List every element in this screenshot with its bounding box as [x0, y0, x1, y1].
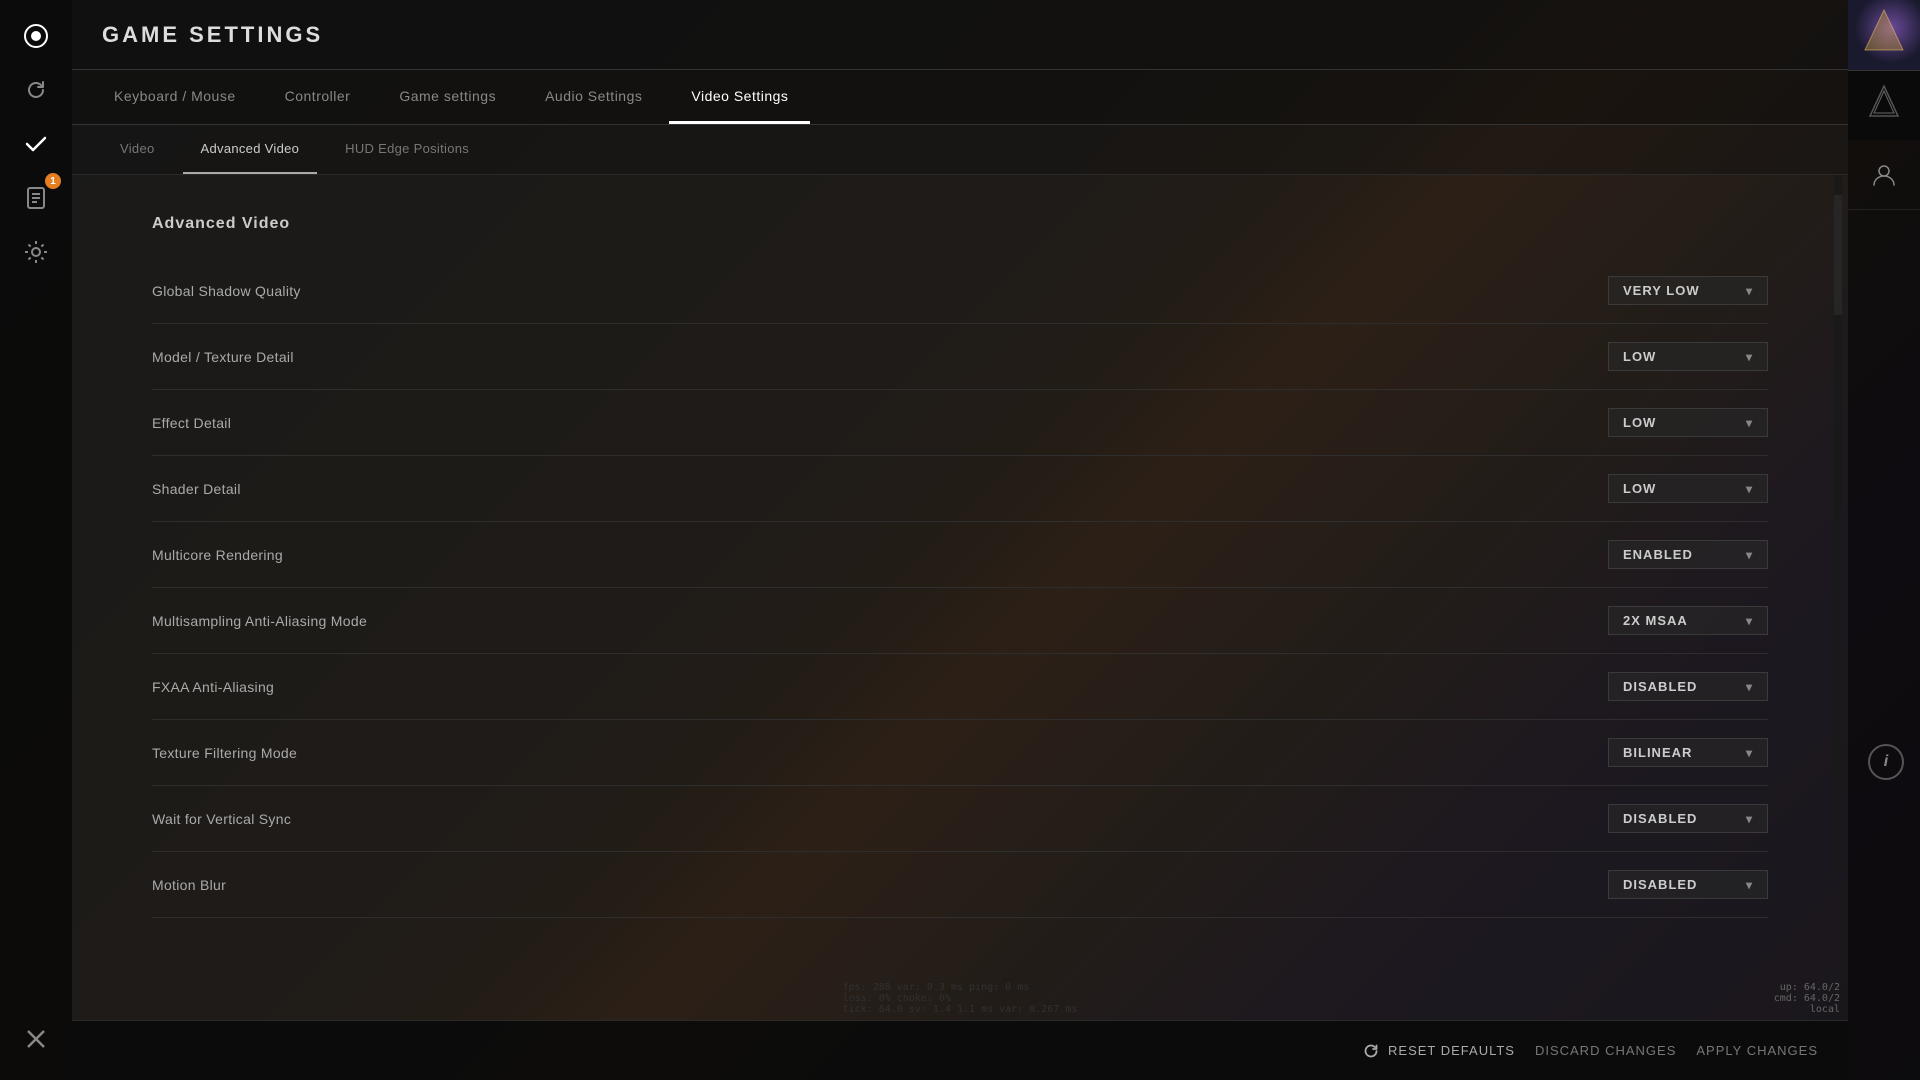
tab-video-settings[interactable]: Video Settings — [669, 70, 810, 124]
tab-game-settings[interactable]: Game settings — [377, 70, 518, 124]
header: GAME SETTINGS — [72, 0, 1848, 70]
profile-icon[interactable] — [1848, 140, 1920, 210]
section-title: Advanced Video — [152, 215, 1768, 233]
left-sidebar: 1 — [0, 0, 72, 1080]
apply-changes-button[interactable]: APPLY CHANGES — [1696, 1043, 1818, 1058]
check-icon[interactable] — [15, 123, 57, 165]
settings-row-motion-blur: Motion Blur DISABLED ▾ — [152, 852, 1768, 918]
debug-right-line3: local — [1774, 1004, 1840, 1015]
motion-blur-value: DISABLED — [1623, 877, 1697, 892]
shadow-quality-value: VERY LOW — [1623, 283, 1700, 298]
debug-right-line2: cmd: 64.0/2 — [1774, 993, 1840, 1004]
settings-row-shader-detail: Shader Detail LOW ▾ — [152, 456, 1768, 522]
shader-detail-dropdown[interactable]: LOW ▾ — [1608, 474, 1768, 503]
subtab-video[interactable]: Video — [102, 125, 173, 174]
msaa-value: 2X MSAA — [1623, 613, 1688, 628]
texture-detail-label: Model / Texture Detail — [152, 349, 294, 365]
fxaa-label: FXAA Anti-Aliasing — [152, 679, 274, 695]
motion-blur-label: Motion Blur — [152, 877, 226, 893]
chevron-down-icon: ▾ — [1746, 746, 1753, 760]
refresh-icon[interactable] — [15, 69, 57, 111]
reset-icon — [1362, 1042, 1380, 1060]
tab-controller[interactable]: Controller — [263, 70, 373, 124]
texture-filter-value: BILINEAR — [1623, 745, 1692, 760]
settings-row-shadow-quality: Global Shadow Quality VERY LOW ▾ — [152, 258, 1768, 324]
reset-label: RESET DEFAULTS — [1388, 1043, 1515, 1058]
vsync-value: DISABLED — [1623, 811, 1697, 826]
chevron-down-icon: ▾ — [1746, 614, 1753, 628]
close-icon[interactable] — [15, 1018, 57, 1060]
effect-detail-label: Effect Detail — [152, 415, 231, 431]
multicore-value: ENABLED — [1623, 547, 1693, 562]
subtab-hud-edge-positions[interactable]: HUD Edge Positions — [327, 125, 487, 174]
chevron-down-icon: ▾ — [1746, 878, 1753, 892]
debug-stats-right: up: 64.0/2 cmd: 64.0/2 local — [1774, 982, 1840, 1015]
reset-defaults-button[interactable]: RESET DEFAULTS — [1362, 1042, 1515, 1060]
msaa-dropdown[interactable]: 2X MSAA ▾ — [1608, 606, 1768, 635]
effect-detail-dropdown[interactable]: LOW ▾ — [1608, 408, 1768, 437]
settings-row-vsync: Wait for Vertical Sync DISABLED ▾ — [152, 786, 1768, 852]
settings-area: Advanced Video Global Shadow Quality VER… — [72, 175, 1848, 1080]
bottom-bar: RESET DEFAULTS DISCARD CHANGES APPLY CHA… — [72, 1020, 1848, 1080]
page-title: GAME SETTINGS — [102, 22, 323, 48]
shader-detail-label: Shader Detail — [152, 481, 241, 497]
document-icon[interactable]: 1 — [15, 177, 57, 219]
tab-keyboard-mouse[interactable]: Keyboard / Mouse — [92, 70, 258, 124]
chevron-down-icon: ▾ — [1746, 812, 1753, 826]
fxaa-value: DISABLED — [1623, 679, 1697, 694]
discard-changes-button[interactable]: DISCARD CHANGES — [1535, 1043, 1676, 1058]
settings-row-msaa: Multisampling Anti-Aliasing Mode 2X MSAA… — [152, 588, 1768, 654]
chevron-down-icon: ▾ — [1746, 482, 1753, 496]
tab-audio-settings[interactable]: Audio Settings — [523, 70, 664, 124]
sub-navigation: Video Advanced Video HUD Edge Positions — [72, 125, 1848, 175]
texture-filter-label: Texture Filtering Mode — [152, 745, 297, 761]
texture-detail-dropdown[interactable]: LOW ▾ — [1608, 342, 1768, 371]
fxaa-dropdown[interactable]: DISABLED ▾ — [1608, 672, 1768, 701]
multicore-label: Multicore Rendering — [152, 547, 283, 563]
multicore-dropdown[interactable]: ENABLED ▾ — [1608, 540, 1768, 569]
shadow-quality-dropdown[interactable]: VERY LOW ▾ — [1608, 276, 1768, 305]
texture-detail-value: LOW — [1623, 349, 1656, 364]
vsync-label: Wait for Vertical Sync — [152, 811, 291, 827]
chevron-down-icon: ▾ — [1746, 350, 1753, 364]
gear-icon[interactable] — [15, 231, 57, 273]
subtab-advanced-video[interactable]: Advanced Video — [183, 125, 318, 174]
settings-row-effect-detail: Effect Detail LOW ▾ — [152, 390, 1768, 456]
settings-row-multicore: Multicore Rendering ENABLED ▾ — [152, 522, 1768, 588]
info-icon[interactable]: i — [1868, 744, 1904, 780]
shader-detail-value: LOW — [1623, 481, 1656, 496]
settings-row-fxaa: FXAA Anti-Aliasing DISABLED ▾ — [152, 654, 1768, 720]
right-sidebar: i — [1848, 0, 1920, 1080]
texture-filter-dropdown[interactable]: BILINEAR ▾ — [1608, 738, 1768, 767]
msaa-label: Multisampling Anti-Aliasing Mode — [152, 613, 367, 629]
chevron-down-icon: ▾ — [1746, 284, 1753, 298]
vsync-dropdown[interactable]: DISABLED ▾ — [1608, 804, 1768, 833]
chevron-down-icon: ▾ — [1746, 416, 1753, 430]
rank-panel[interactable] — [1848, 70, 1920, 140]
debug-right-line1: up: 64.0/2 — [1774, 982, 1840, 993]
settings-row-texture-detail: Model / Texture Detail LOW ▾ — [152, 324, 1768, 390]
shadow-quality-label: Global Shadow Quality — [152, 283, 301, 299]
chevron-down-icon: ▾ — [1746, 548, 1753, 562]
logo-icon[interactable] — [15, 15, 57, 57]
motion-blur-dropdown[interactable]: DISABLED ▾ — [1608, 870, 1768, 899]
chevron-down-icon: ▾ — [1746, 680, 1753, 694]
effect-detail-value: LOW — [1623, 415, 1656, 430]
avatar-panel[interactable] — [1848, 0, 1920, 70]
notification-badge: 1 — [45, 173, 61, 189]
settings-row-texture-filter: Texture Filtering Mode BILINEAR ▾ — [152, 720, 1768, 786]
top-navigation: Keyboard / Mouse Controller Game setting… — [72, 70, 1848, 125]
main-content: GAME SETTINGS Keyboard / Mouse Controlle… — [72, 0, 1848, 1080]
